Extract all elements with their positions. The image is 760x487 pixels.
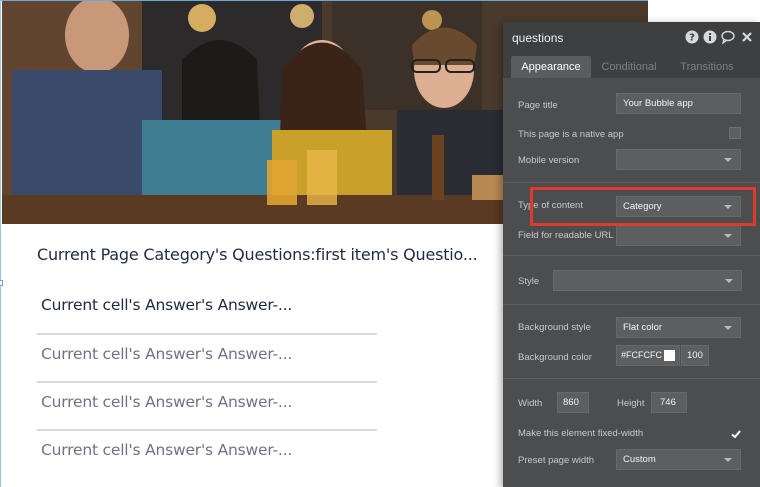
panel-tabs: Appearance Conditional Transitions — [503, 52, 760, 78]
type-of-content-highlight — [530, 187, 756, 226]
style-dropdown[interactable] — [553, 270, 742, 291]
questions-heading-text[interactable]: Current Page Category's Questions:first … — [37, 245, 478, 264]
canvas-border-top — [0, 0, 648, 1]
tab-transitions[interactable]: Transitions — [667, 56, 747, 78]
comment-icon[interactable] — [721, 30, 735, 44]
width-label: Width — [518, 398, 543, 409]
readable-url-dropdown[interactable] — [616, 225, 741, 246]
background-color-label: Background color — [518, 352, 592, 363]
chevron-down-icon — [724, 458, 732, 462]
height-label: Height — [617, 398, 645, 409]
fixed-width-label: Make this element fixed-width — [518, 428, 644, 439]
color-swatch[interactable] — [664, 350, 675, 361]
section-divider — [503, 182, 760, 183]
background-style-value: Flat color — [623, 322, 663, 333]
background-style-label: Background style — [518, 322, 591, 333]
mobile-version-label: Mobile version — [518, 155, 580, 166]
mobile-version-dropdown[interactable] — [616, 149, 741, 170]
answer-text-3[interactable]: Current cell's Answer's Answer-... — [41, 393, 292, 411]
section-divider — [503, 255, 760, 256]
height-input[interactable]: 746 — [651, 392, 687, 413]
answer-text-1[interactable]: Current cell's Answer's Answer-... — [41, 296, 292, 314]
chevron-down-icon — [724, 234, 732, 238]
style-label: Style — [518, 276, 540, 287]
answer-divider — [37, 381, 377, 383]
native-app-checkbox[interactable] — [729, 127, 741, 139]
page-title-label: Page title — [518, 100, 558, 111]
preset-width-dropdown[interactable]: Custom — [616, 449, 741, 470]
background-color-value: #FCFCFC — [621, 350, 662, 360]
preset-width-label: Preset page width — [518, 455, 595, 466]
panel-title: questions — [512, 31, 564, 45]
info-icon[interactable] — [703, 30, 717, 44]
chevron-down-icon — [724, 326, 732, 330]
checkmark-icon — [731, 430, 741, 439]
close-icon[interactable] — [740, 30, 754, 44]
section-divider — [503, 378, 760, 379]
canvas-border-left — [0, 0, 1, 487]
background-opacity-input[interactable]: 100 — [681, 345, 709, 366]
chevron-down-icon — [724, 158, 732, 162]
answer-divider — [37, 429, 377, 431]
svg-text:?: ? — [689, 33, 695, 44]
answer-text-2[interactable]: Current cell's Answer's Answer-... — [41, 345, 292, 363]
answer-divider — [37, 333, 377, 335]
help-icon[interactable]: ? — [685, 30, 699, 44]
chevron-down-icon — [725, 279, 733, 283]
background-style-dropdown[interactable]: Flat color — [616, 317, 741, 338]
page-title-input[interactable]: Your Bubble app — [616, 93, 741, 114]
tab-appearance[interactable]: Appearance — [511, 56, 591, 78]
fixed-width-checkbox[interactable] — [729, 426, 741, 439]
section-divider — [503, 304, 760, 305]
panel-header[interactable]: questions ? — [503, 22, 760, 52]
answer-text-4[interactable]: Current cell's Answer's Answer-... — [41, 441, 292, 459]
tab-conditional[interactable]: Conditional — [591, 56, 667, 78]
property-editor-panel[interactable]: questions ? Appearance Conditional Trans… — [503, 22, 760, 487]
resize-handle[interactable] — [0, 280, 3, 286]
native-app-label: This page is a native app — [518, 129, 624, 140]
preset-width-value: Custom — [623, 454, 656, 465]
readable-url-label: Field for readable URL — [518, 230, 614, 241]
width-input[interactable]: 860 — [557, 392, 589, 413]
background-color-input[interactable]: #FCFCFC — [616, 345, 680, 366]
